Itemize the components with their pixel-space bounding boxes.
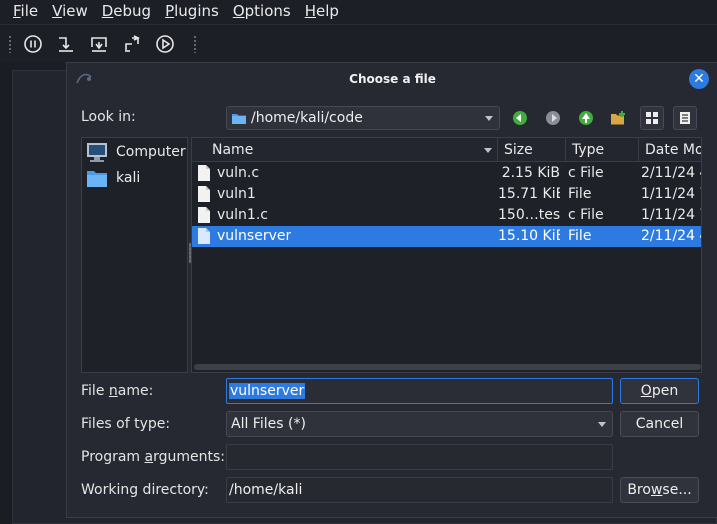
back-icon[interactable] [510,108,530,128]
place-label: kali [116,170,141,186]
new-folder-icon[interactable] [609,108,629,128]
look-in-value: /home/kali/code [251,110,363,126]
file-icon [198,228,210,244]
file-name: vuln1.c [217,207,268,223]
place-computer[interactable]: Computer [86,140,186,164]
file-icon [198,207,210,223]
dialog-title: Choose a file [349,72,436,86]
menu-debug[interactable]: Debug [95,0,158,24]
files-of-type-value: All Files (*) [231,416,306,432]
column-name[interactable]: Name [192,138,498,162]
pause-icon[interactable] [20,31,46,57]
file-row[interactable]: vuln1 15.71 KiB File 1/11/24 7 [192,184,702,205]
menu-view[interactable]: View [45,0,95,24]
file-list: Name Size Type Date Mo vuln.c 2.15 KiB c… [191,137,702,373]
file-name-input[interactable]: vulnserver [226,378,613,404]
file-size: 15.71 KiB [498,186,560,202]
program-arguments-input[interactable] [226,444,613,470]
place-label: Computer [116,144,186,160]
file-date: 1/11/24 7 [641,186,702,202]
horizontal-scrollbar[interactable] [194,364,701,370]
file-list-header: Name Size Type Date Mo [192,138,701,162]
look-in-label: Look in: [81,109,136,125]
column-date[interactable]: Date Mo [639,138,701,162]
menu-plugins[interactable]: Plugins [158,0,226,24]
sort-desc-icon [484,148,492,153]
file-size: 150…tes [498,207,560,223]
file-type: c File [568,207,604,223]
look-in-combo[interactable]: /home/kali/code [226,106,500,130]
file-date: 2/11/24 4 [641,228,702,244]
file-size: 15.10 KiB [498,228,560,244]
chevron-down-icon [598,422,606,427]
step-over-icon[interactable] [53,31,79,57]
file-name: vulnserver [217,228,292,244]
folder-icon [87,171,107,187]
file-date: 1/11/24 7 [641,207,702,223]
step-out-icon[interactable] [119,31,145,57]
cancel-button[interactable]: Cancel [620,411,699,437]
working-directory-input[interactable]: /home/kali [226,477,613,503]
working-directory-label: Working directory: [81,482,209,498]
forward-icon[interactable] [543,108,563,128]
file-name: vuln.c [217,165,260,181]
open-button[interactable]: Open [620,378,699,404]
parent-folder-icon[interactable] [576,108,596,128]
file-name-label: File name: [81,383,154,399]
file-row[interactable]: vuln1.c 150…tes c File 1/11/24 7 [192,205,702,226]
file-row[interactable]: vuln.c 2.15 KiB c File 2/11/24 4 [192,163,702,184]
menu-help[interactable]: Help [298,0,346,24]
toolbar-grip-end[interactable] [193,34,197,53]
places-sidebar: Computer kali [81,137,188,373]
menubar: File View Debug Plugins Options Help [0,0,717,24]
detail-view-icon[interactable] [673,106,697,130]
file-type: c File [568,165,604,181]
toolbar-grip[interactable] [8,34,12,53]
program-arguments-label: Program arguments: [81,449,226,465]
step-into-icon[interactable] [86,31,112,57]
files-of-type-combo[interactable]: All Files (*) [226,411,613,437]
close-icon[interactable]: ✕ [689,69,709,89]
menu-options[interactable]: Options [226,0,298,24]
list-view-icon[interactable] [640,106,664,130]
file-size: 2.15 KiB [501,165,560,181]
files-of-type-label: Files of type: [81,416,171,432]
computer-icon [87,143,107,162]
chevron-down-icon [485,116,493,121]
file-icon [198,186,210,202]
file-type: File [568,186,592,202]
column-type[interactable]: Type [566,138,639,162]
file-name: vuln1 [217,186,256,202]
file-icon [198,165,210,181]
file-date: 2/11/24 4 [641,165,702,181]
menu-file[interactable]: File [6,0,45,24]
browse-button[interactable]: Browse... [620,477,699,503]
choose-file-dialog: Choose a file ✕ Look in: /home/kali/code… [66,62,717,518]
place-kali[interactable]: kali [86,166,140,190]
file-row-selected[interactable]: vulnserver 15.10 KiB File 2/11/24 4 [192,226,702,247]
column-size[interactable]: Size [498,138,566,162]
folder-icon [232,114,246,124]
debug-toolbar [0,24,717,62]
file-type: File [568,228,592,244]
file-name-value: vulnserver [229,383,306,399]
run-icon[interactable] [152,31,178,57]
